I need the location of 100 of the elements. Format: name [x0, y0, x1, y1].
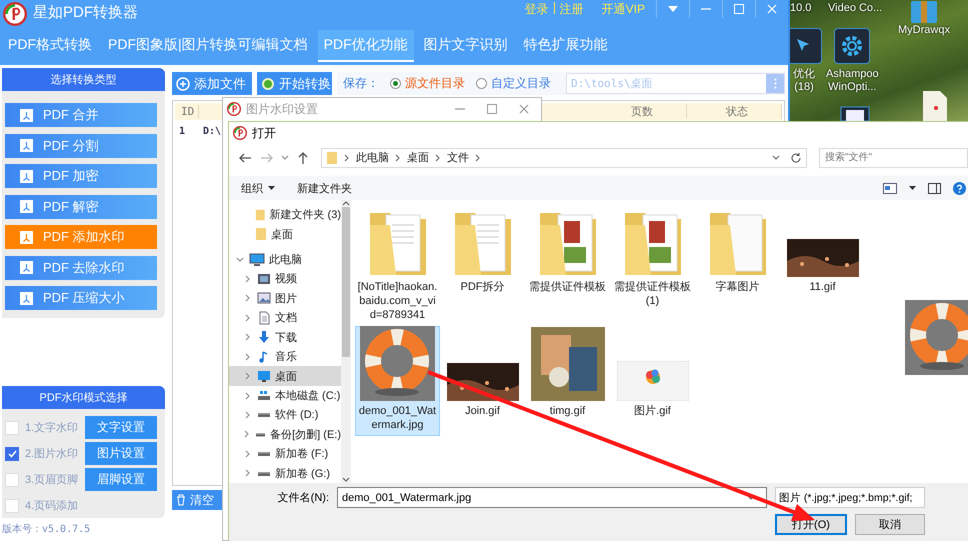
tree-item[interactable]: 此电脑	[229, 250, 341, 270]
dropdown-icon[interactable]	[668, 6, 678, 12]
radio-option[interactable]: 自定义目录	[476, 75, 551, 92]
file-item[interactable]: Join.gif	[440, 326, 525, 436]
scroll-up-icon[interactable]	[342, 200, 350, 206]
file-item[interactable]: 图片.gif	[610, 326, 695, 436]
chevron-down-icon[interactable]	[236, 256, 244, 263]
checkmark-icon	[8, 450, 16, 458]
breadcrumb-item[interactable]: 文件	[447, 150, 469, 165]
desktop-icon-label: 优化	[793, 68, 815, 81]
tree-item[interactable]: 备份[勿删] (E:)	[229, 424, 341, 444]
maximize-icon[interactable]	[487, 104, 497, 114]
address-bar[interactable]: 此电脑 桌面 文件	[321, 148, 807, 168]
gear-app-icon[interactable]	[834, 28, 870, 64]
desktop-icon-label: Video Co...	[828, 2, 882, 15]
pdf-icon	[20, 292, 33, 304]
chevron-right-icon[interactable]	[245, 352, 251, 361]
document-icon[interactable]	[840, 106, 870, 121]
file-item[interactable]: timg.gif	[525, 326, 610, 436]
chevron-right-icon[interactable]	[245, 410, 251, 419]
dropdown-icon[interactable]	[747, 495, 755, 501]
folder-icon	[255, 227, 267, 242]
refresh-icon[interactable]	[790, 152, 802, 164]
tree-item[interactable]: 音乐	[229, 346, 341, 366]
trash-icon	[176, 494, 186, 506]
chevron-down-icon[interactable]	[281, 154, 289, 160]
chevron-right-icon[interactable]	[245, 469, 251, 478]
tree-item[interactable]: 新加卷 (G:)	[229, 463, 341, 483]
desktop-icon-label: 10.0	[790, 2, 812, 15]
file-item[interactable]: 字幕图片	[695, 202, 780, 326]
computer-icon	[249, 252, 265, 267]
chevron-right-icon[interactable]	[244, 430, 250, 438]
folder-icon	[326, 150, 338, 164]
chevron-right-icon	[475, 154, 481, 162]
column-header: 状态	[687, 104, 782, 119]
scrollbar[interactable]	[341, 200, 351, 483]
tree-item[interactable]: 视频	[229, 269, 341, 289]
desktop-icon-label: WinOpti...	[828, 81, 876, 94]
desktop-icon-label: Ashampoo	[826, 68, 879, 81]
chevron-right-icon[interactable]	[245, 372, 251, 380]
archive-icon[interactable]	[910, 0, 938, 24]
tree-item[interactable]: 新建文件夹 (3)	[229, 205, 341, 224]
dropdown-icon[interactable]	[772, 154, 780, 160]
tree-item[interactable]: 文档	[229, 308, 341, 328]
drive-icon	[256, 432, 266, 437]
file-item[interactable]: [NoTitle]haokan.baidu.com_v_vid=8789341	[355, 202, 440, 326]
app-logo-icon	[227, 102, 241, 116]
file-icon[interactable]	[922, 90, 948, 121]
app-logo-icon	[3, 2, 27, 26]
checkbox[interactable]	[5, 446, 19, 460]
breadcrumb-item[interactable]: 此电脑	[356, 150, 389, 165]
chevron-right-icon[interactable]	[245, 314, 251, 322]
column-header: ID	[175, 105, 199, 118]
file-item[interactable]: 11.gif	[780, 202, 865, 326]
pdf-icon	[20, 170, 33, 182]
file-item[interactable]: 需提供证件模板(1)	[610, 202, 695, 326]
tree-item[interactable]: 桌面	[229, 224, 341, 244]
organize-menu[interactable]: 组织	[241, 180, 275, 196]
option-label: 2.图片水印	[25, 447, 80, 461]
pdf-icon	[20, 200, 33, 213]
plus-circle-icon	[176, 76, 190, 90]
cancel-button[interactable]: 取消	[855, 514, 925, 535]
preview-pane-icon[interactable]	[928, 182, 941, 194]
file-item[interactable]: demo_001_Watermark.jpg	[355, 326, 440, 436]
chevron-right-icon[interactable]	[245, 333, 251, 342]
tree-item[interactable]: 图片	[229, 288, 341, 308]
chevron-right-icon[interactable]	[245, 294, 251, 302]
search-field[interactable]: 搜索"文件"	[819, 148, 968, 168]
picture-icon	[257, 291, 271, 306]
tree-item[interactable]: 下载	[229, 328, 341, 347]
help-icon[interactable]	[953, 182, 966, 194]
breadcrumb-item[interactable]: 桌面	[407, 150, 429, 165]
tree-item[interactable]: 软件 (D:)	[229, 405, 341, 425]
app-logo-icon	[233, 126, 247, 140]
folder-icon	[255, 208, 266, 222]
file-item[interactable]: 需提供证件模板	[525, 202, 610, 326]
new-folder-button[interactable]: 新建文件夹	[297, 180, 352, 196]
close-icon[interactable]	[519, 104, 529, 114]
chevron-right-icon	[395, 154, 401, 162]
drive-icon	[257, 390, 271, 401]
photo-thumbnail	[446, 363, 518, 401]
desktop-icon	[257, 369, 271, 384]
caret-icon[interactable]	[909, 186, 916, 190]
chevron-right-icon	[435, 154, 441, 162]
file-item[interactable]: PDF拆分	[440, 202, 525, 326]
file-type-dropdown[interactable]: 图片 (*.jpg;*.jpeg;*.bmp;*.gif;	[775, 487, 925, 508]
document-icon	[257, 310, 271, 325]
view-icon[interactable]	[883, 182, 897, 194]
chevron-right-icon[interactable]	[245, 450, 251, 458]
caret-icon	[268, 186, 275, 190]
chevron-right-icon[interactable]	[245, 274, 251, 283]
desktop-icon-label: MyDrawqx	[898, 24, 950, 37]
chevron-right-icon[interactable]	[245, 392, 251, 400]
tree-item[interactable]: 新加卷 (F:)	[229, 444, 341, 464]
file-name-field[interactable]: demo_001_Watermark.jpg	[337, 487, 767, 508]
scroll-down-icon[interactable]	[342, 477, 350, 483]
tree-item[interactable]: 本地磁盘 (C:)	[229, 386, 341, 406]
logo-thumbnail	[616, 361, 688, 401]
tree-item[interactable]: 桌面	[229, 366, 341, 386]
column-header: 页数	[592, 104, 687, 119]
